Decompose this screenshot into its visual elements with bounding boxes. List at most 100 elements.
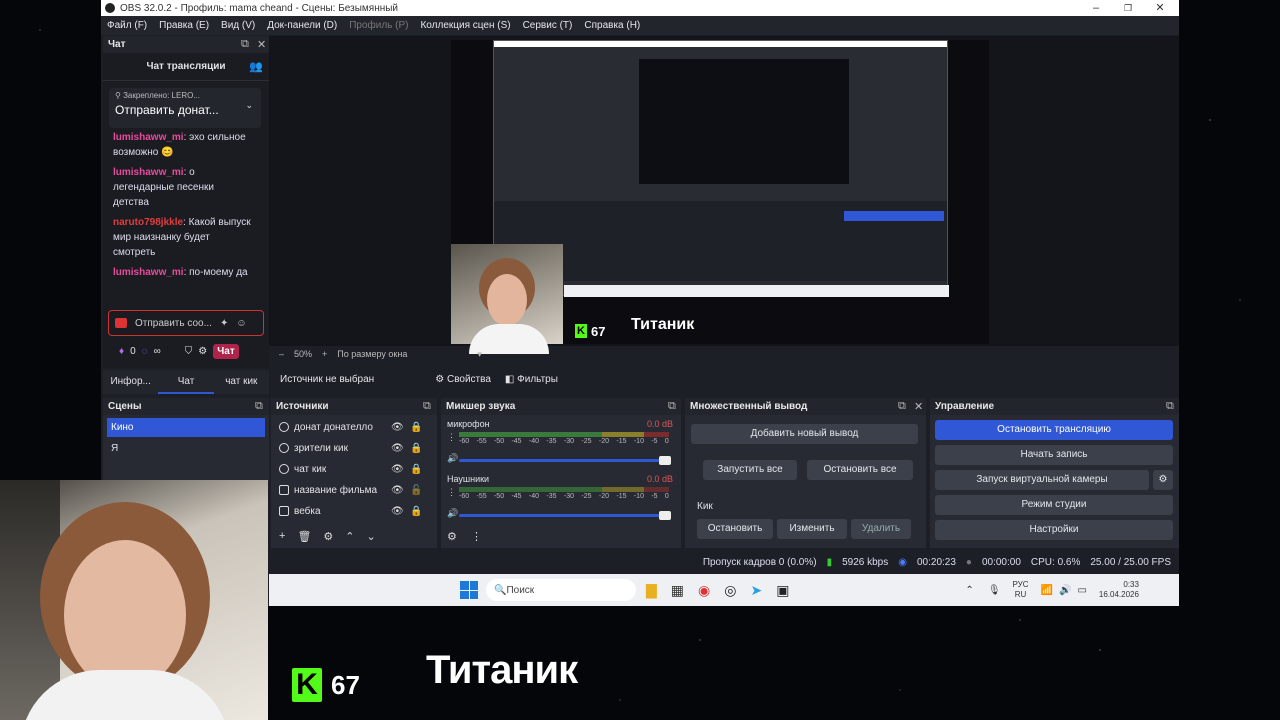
zoom-out-button[interactable]: – (279, 349, 284, 359)
undock-icon[interactable]: ⧉ (1166, 400, 1174, 413)
trash-icon[interactable]: 🗑 (297, 530, 311, 543)
chat-author[interactable]: lumishaww_mi (113, 167, 184, 178)
eye-icon[interactable]: 👁 (391, 464, 404, 475)
language-indicator[interactable]: РУС RU (1013, 580, 1029, 600)
properties-button[interactable]: ⚙ Свойства (429, 371, 497, 388)
tab-chat[interactable]: Чат (158, 370, 214, 394)
close-dock-icon[interactable]: ✕ (257, 38, 266, 51)
mic-volume-slider[interactable] (459, 456, 671, 465)
zoom-fit-select[interactable]: По размеру окна (337, 349, 407, 359)
chat-input[interactable]: Отправить соо... ✦ ☺ (108, 310, 264, 336)
lock-icon[interactable]: 🔒 (410, 443, 422, 454)
scene-item[interactable]: Кино (107, 418, 265, 437)
chrome-icon[interactable]: ◉ (698, 582, 710, 599)
emoji-icon[interactable]: ☺ (236, 318, 246, 329)
virtual-camera-button[interactable]: Запуск виртуальной камеры (935, 470, 1149, 490)
start-record-button[interactable]: Начать запись (935, 445, 1173, 465)
folder-icon[interactable]: ▇ (646, 582, 657, 599)
zoom-in-button[interactable]: + (322, 349, 327, 359)
stop-output-button[interactable]: Остановить (697, 519, 773, 539)
menu-scene-collection[interactable]: Коллекция сцен (S) (414, 20, 516, 31)
app-icon[interactable]: ▦ (671, 582, 684, 599)
unlock-icon[interactable]: 🔓 (410, 485, 422, 496)
pinned-message[interactable]: ⚲ Закреплено: LERO... Отправить донат...… (109, 88, 261, 128)
shield-icon[interactable]: ⛉ (185, 346, 193, 357)
stop-all-button[interactable]: Остановить все (807, 460, 913, 480)
source-item[interactable]: зрители кик 👁 🔒 (271, 438, 433, 458)
eye-icon[interactable]: 👁 (391, 485, 404, 496)
volume-icon[interactable]: 🔊 (1059, 585, 1071, 596)
add-output-button[interactable]: Добавить новый вывод (691, 424, 918, 444)
menu-help[interactable]: Справка (H) (578, 20, 646, 31)
taskbar-search[interactable]: 🔍 Поиск (486, 579, 636, 601)
undock-icon[interactable]: ⧉ (898, 400, 906, 413)
source-item[interactable]: название фильма 👁 🔓 (271, 480, 433, 500)
undock-icon[interactable]: ⧉ (241, 38, 249, 51)
chat-author[interactable]: lumishaww_mi (113, 267, 184, 278)
headphones-menu-icon[interactable]: ⋮ (447, 487, 456, 498)
preview-area[interactable]: K 67 Титаник (269, 36, 1179, 354)
maximize-button[interactable]: ❐ (1111, 0, 1145, 16)
edit-output-button[interactable]: Изменить (777, 519, 847, 539)
chat-send-button[interactable]: Чат (213, 344, 239, 359)
chevron-down-icon[interactable]: ⌄ (367, 530, 376, 543)
eye-icon[interactable]: 👁 (391, 506, 404, 517)
eye-icon[interactable]: 👁 (391, 443, 404, 454)
minimize-button[interactable]: – (1079, 0, 1113, 16)
lock-icon[interactable]: 🔒 (410, 422, 422, 433)
chat-author[interactable]: lumishaww_mi (113, 132, 184, 143)
gear-icon[interactable]: ⚙ (323, 530, 333, 543)
undock-icon[interactable]: ⧉ (423, 400, 431, 413)
filters-button[interactable]: ◧ Фильтры (499, 371, 564, 388)
lock-icon[interactable]: 🔒 (410, 464, 422, 475)
mixer-menu-icon[interactable]: ⋮ (471, 530, 482, 543)
settings-button[interactable]: Настройки (935, 520, 1173, 540)
menu-edit[interactable]: Правка (E) (153, 20, 215, 31)
undock-icon[interactable]: ⧉ (668, 400, 676, 413)
close-dock-icon[interactable]: ✕ (914, 400, 923, 413)
sparkle-icon[interactable]: ✦ (220, 318, 228, 329)
mic-menu-icon[interactable]: ⋮ (447, 432, 456, 443)
wifi-icon[interactable]: 📶 (1041, 585, 1053, 596)
chevron-up-icon[interactable]: ⌃ (345, 530, 354, 543)
speaker-icon[interactable]: 🔊 (447, 508, 458, 519)
close-window-button[interactable]: ✕ (1143, 0, 1177, 16)
chevron-down-icon[interactable]: ▾ (477, 349, 482, 360)
chevron-up-icon[interactable]: ⌃ (965, 585, 973, 596)
source-item[interactable]: чат кик 👁 🔒 (271, 459, 433, 479)
source-item[interactable]: донат донателло 👁 🔒 (271, 417, 433, 437)
telegram-icon[interactable]: ➤ (750, 582, 762, 599)
virtual-camera-settings-icon[interactable]: ⚙ (1153, 470, 1173, 490)
speaker-icon[interactable]: 🔊 (447, 453, 458, 464)
menu-profile[interactable]: Профиль (P) (343, 20, 414, 31)
chevron-down-icon[interactable]: ⌄ (245, 100, 253, 111)
lock-icon[interactable]: 🔒 (410, 506, 422, 517)
obs-taskbar-icon[interactable]: ◎ (724, 582, 736, 599)
undock-icon[interactable]: ⧉ (255, 400, 263, 413)
delete-output-button[interactable]: Удалить (851, 519, 911, 539)
program-canvas[interactable]: K 67 Титаник (451, 40, 989, 354)
menu-view[interactable]: Вид (V) (215, 20, 261, 31)
battery-icon[interactable]: ▭ (1077, 585, 1086, 596)
menu-tools[interactable]: Сервис (T) (517, 20, 579, 31)
tab-info[interactable]: Инфор... (103, 370, 158, 394)
gear-icon[interactable]: ⚙ (198, 346, 207, 357)
start-icon[interactable] (460, 581, 478, 599)
source-item[interactable]: вебка 👁 🔒 (271, 501, 433, 521)
microphone-icon[interactable]: 🎙 (988, 585, 1001, 596)
studio-mode-button[interactable]: Режим студии (935, 495, 1173, 515)
mixer-settings-icon[interactable]: ⚙ (447, 530, 457, 543)
menu-file[interactable]: Файл (F) (101, 20, 153, 31)
clock[interactable]: 0:33 16.04.2026 (1099, 580, 1139, 600)
add-icon[interactable]: + (279, 530, 285, 543)
start-all-button[interactable]: Запустить все (703, 460, 797, 480)
eye-icon[interactable]: 👁 (391, 422, 404, 433)
terminal-icon[interactable]: ▣ (776, 582, 789, 599)
menu-docks[interactable]: Док-панели (D) (261, 20, 343, 31)
headphones-volume-slider[interactable] (459, 511, 671, 520)
stop-stream-button[interactable]: Остановить трансляцию (935, 420, 1173, 440)
chat-author[interactable]: naruto798jkkle (113, 217, 183, 228)
tab-kick-chat[interactable]: чат кик (214, 370, 269, 394)
scene-item[interactable]: Я (107, 439, 265, 458)
user-list-icon[interactable]: 👥 (249, 60, 263, 73)
